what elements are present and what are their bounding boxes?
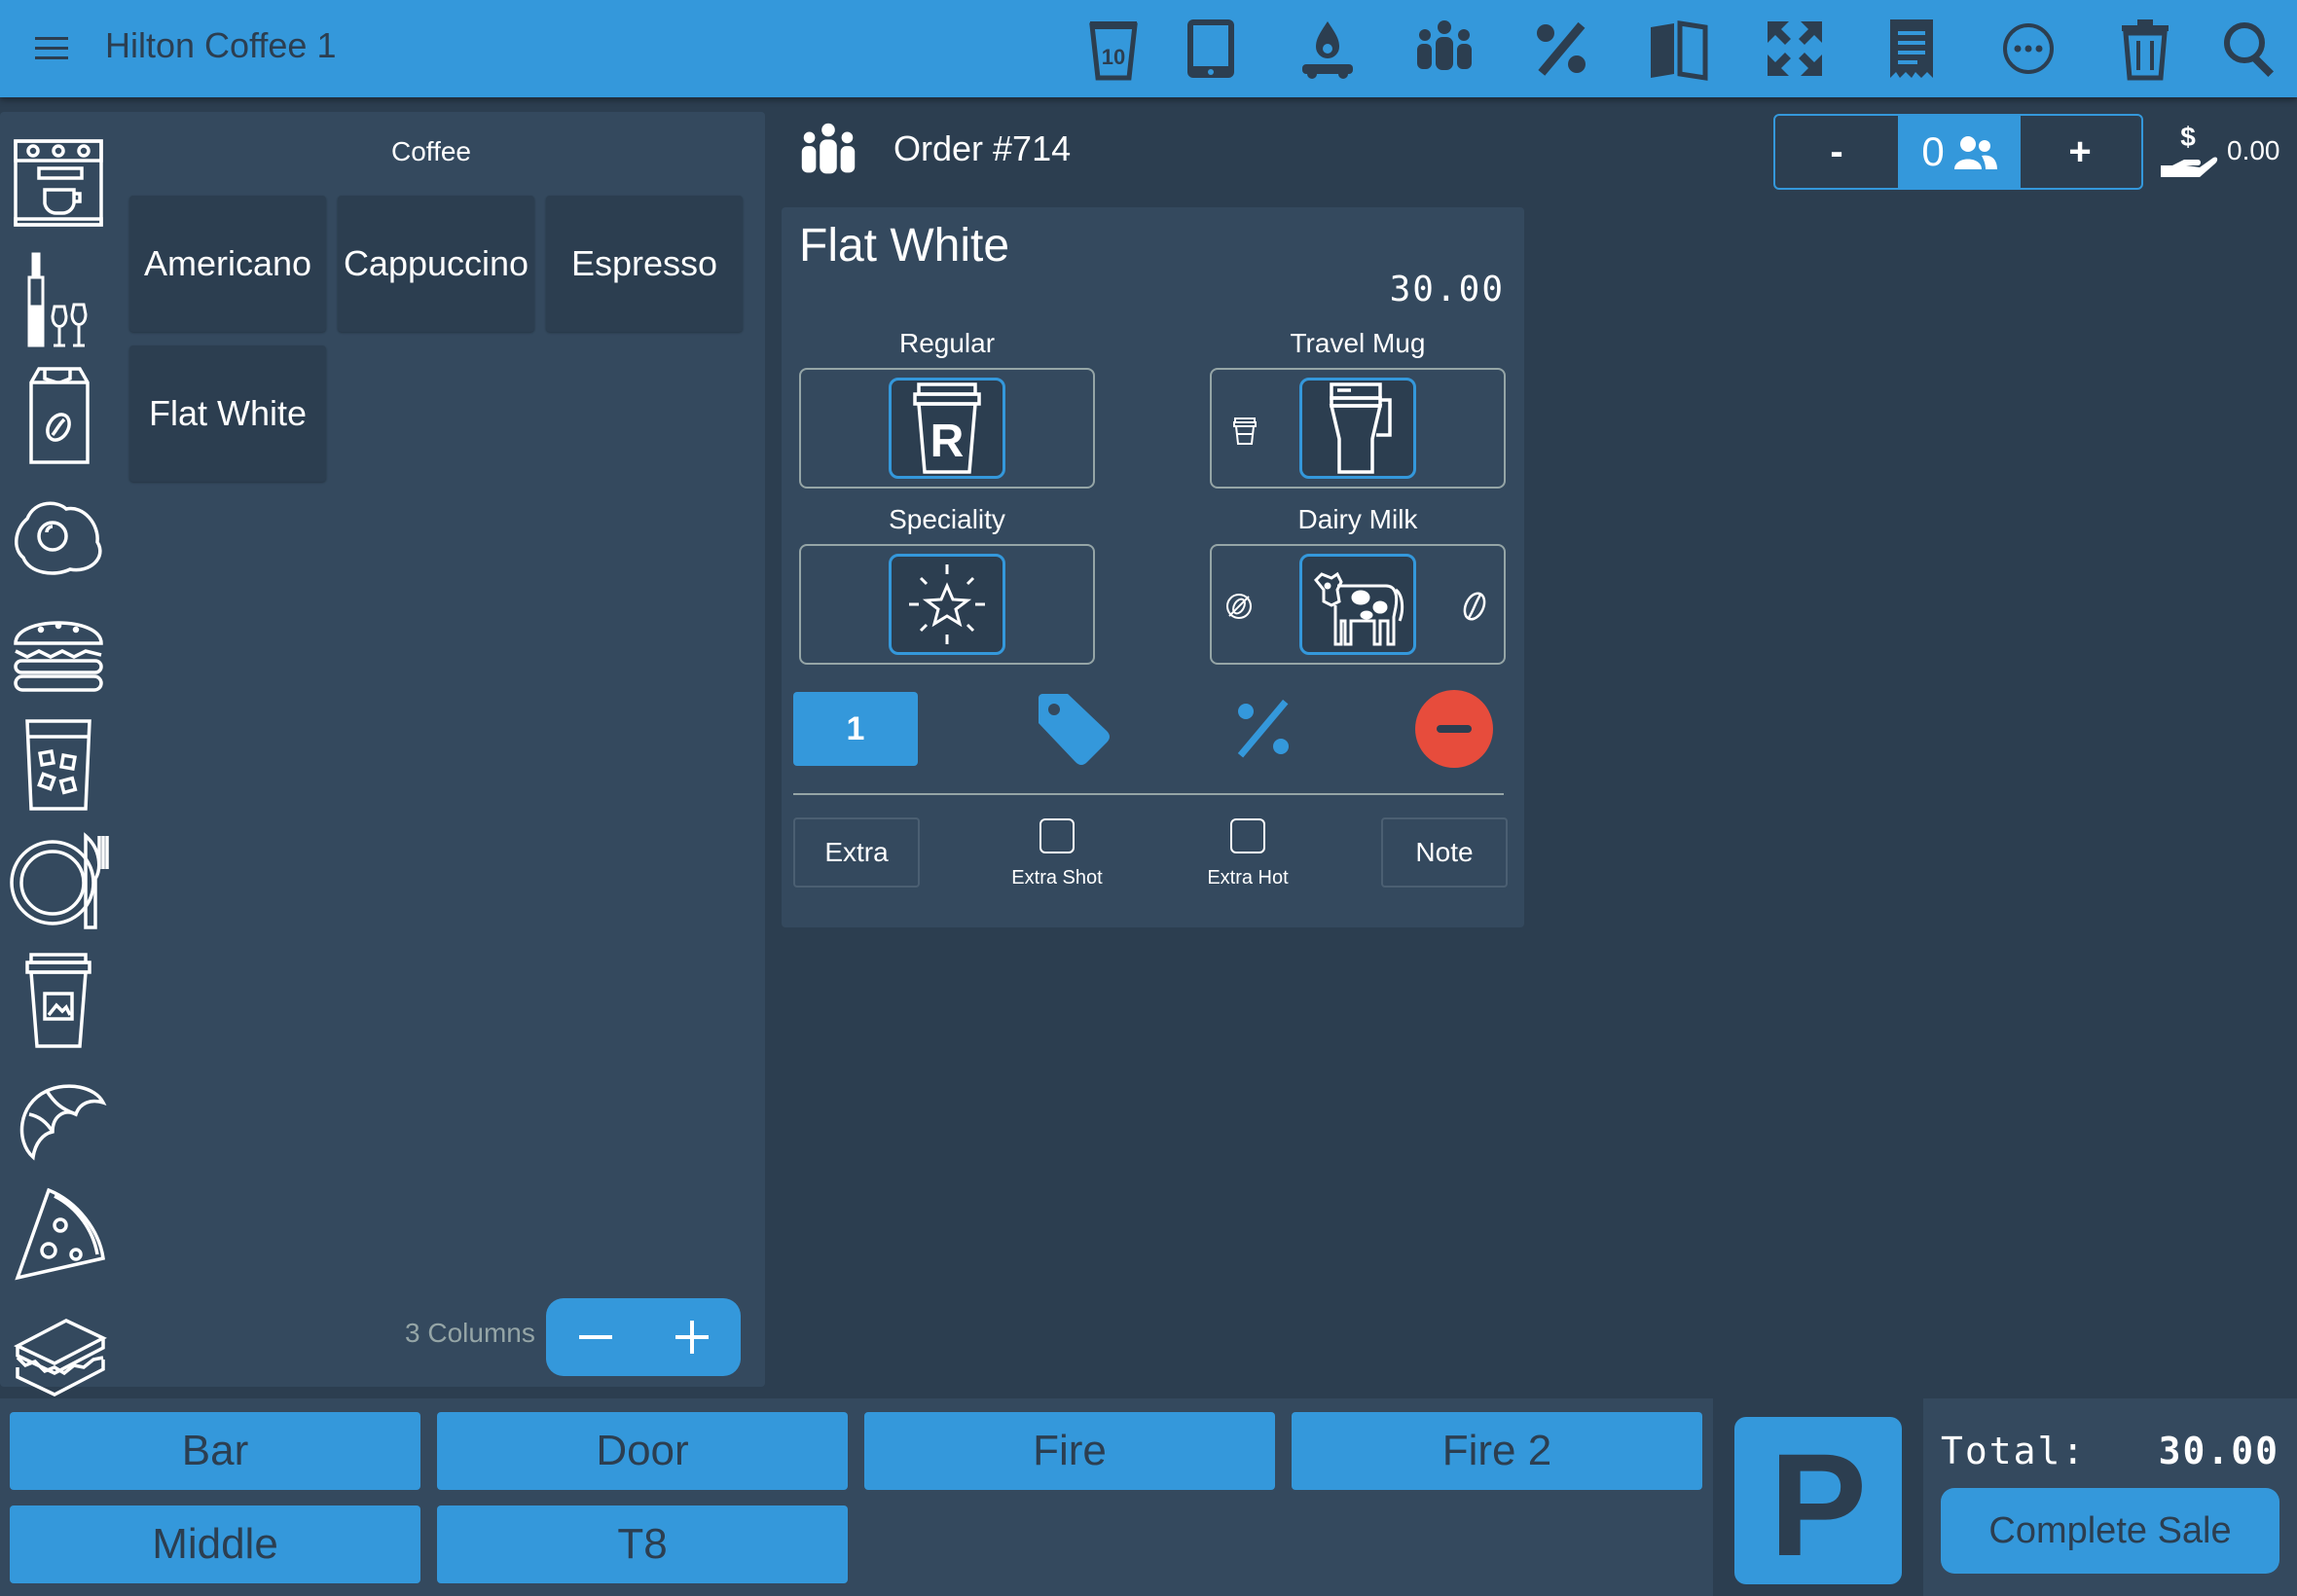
- percent-icon[interactable]: [1526, 14, 1596, 84]
- more-icon[interactable]: [1993, 14, 2063, 84]
- tag-icon[interactable]: [1033, 688, 1114, 770]
- travel-mug-icon[interactable]: [1299, 378, 1416, 479]
- cup-badge: 10: [1102, 45, 1125, 69]
- size-option-group: R: [799, 368, 1095, 489]
- guest-minus-button[interactable]: -: [1775, 116, 1898, 188]
- total-panel: Total: 30.00 Complete Sale: [1923, 1398, 2297, 1596]
- table-fire-button[interactable]: Fire: [864, 1412, 1275, 1490]
- table-door-button[interactable]: Door: [437, 1412, 848, 1490]
- pizza-icon[interactable]: [6, 1180, 111, 1286]
- bean-icon[interactable]: [1457, 589, 1492, 624]
- no-bean-icon[interactable]: [1221, 589, 1257, 624]
- book-icon[interactable]: [1643, 14, 1713, 84]
- product-flat-white[interactable]: Flat White: [129, 345, 326, 482]
- guest-counter: - 0 +: [1773, 114, 2143, 190]
- guest-count[interactable]: 0: [1898, 116, 2021, 188]
- app-title: Hilton Coffee 1: [105, 25, 337, 65]
- complete-sale-button[interactable]: Complete Sale: [1941, 1488, 2279, 1574]
- guest-count-value: 0: [1921, 128, 1945, 174]
- tip-hand-icon[interactable]: $: [2157, 121, 2219, 183]
- product-espresso[interactable]: Espresso: [546, 196, 743, 332]
- note-button[interactable]: Note: [1381, 817, 1508, 888]
- option-label-speciality: Speciality: [889, 504, 1005, 534]
- table-middle-button[interactable]: Middle: [10, 1505, 420, 1583]
- option-label-dairy-milk: Dairy Milk: [1297, 504, 1418, 534]
- takeaway-cup-icon[interactable]: [6, 947, 111, 1052]
- item-name: Flat White: [799, 220, 1010, 272]
- croissant-icon[interactable]: [6, 1064, 111, 1169]
- iced-drink-icon[interactable]: [6, 713, 111, 818]
- cup-10-icon[interactable]: 10: [1078, 14, 1148, 84]
- columns-label: 3 Columns: [405, 1318, 535, 1348]
- regular-cup-icon[interactable]: R: [889, 378, 1005, 479]
- product-cappuccino[interactable]: Cappuccino: [338, 196, 534, 332]
- table-bar-button[interactable]: Bar: [10, 1412, 420, 1490]
- egg-icon[interactable]: [6, 480, 111, 585]
- total-label: Total:: [1941, 1430, 2087, 1472]
- small-cup-icon[interactable]: [1227, 413, 1262, 448]
- receipt-icon[interactable]: [1877, 14, 1947, 84]
- hamburger-menu-icon[interactable]: [29, 27, 80, 70]
- order-customers-icon: [794, 117, 862, 185]
- extra-shot-label: Extra Shot: [1011, 867, 1103, 889]
- search-icon[interactable]: [2215, 14, 2285, 84]
- fullscreen-icon[interactable]: [1760, 14, 1830, 84]
- burger-icon[interactable]: [6, 597, 111, 702]
- plate-cutlery-icon[interactable]: [6, 830, 111, 935]
- svg-text:$: $: [2180, 122, 2196, 152]
- sandwich-icon[interactable]: [6, 1297, 111, 1402]
- milk-option-group: [1210, 544, 1506, 665]
- extra-button[interactable]: Extra: [793, 817, 920, 888]
- top-bar: Hilton Coffee 1 10: [0, 0, 2297, 97]
- item-price: 30.00: [1389, 270, 1505, 309]
- svg-text:R: R: [930, 416, 965, 467]
- option-label-regular: Regular: [898, 328, 996, 358]
- item-detail-card: Flat White 30.00 Regular R Travel Mug Sp…: [782, 207, 1524, 927]
- total-value: 30.00: [2158, 1430, 2279, 1472]
- category-sidebar: [0, 112, 115, 1396]
- quantity-button[interactable]: 1: [793, 692, 918, 766]
- extra-shot-checkbox[interactable]: [1039, 818, 1075, 853]
- parking-button[interactable]: P: [1734, 1417, 1902, 1584]
- option-label-travel-mug: Travel Mug: [1290, 328, 1426, 358]
- trash-icon[interactable]: [2110, 14, 2180, 84]
- coffee-bag-icon[interactable]: [6, 363, 111, 468]
- wine-icon[interactable]: [6, 248, 111, 353]
- delivery-icon[interactable]: [1293, 14, 1363, 84]
- discount-percent-icon[interactable]: [1222, 688, 1304, 770]
- users-icon: [1953, 136, 1997, 169]
- category-title: Coffee: [391, 136, 471, 166]
- coffee-machine-icon[interactable]: [6, 131, 111, 236]
- cow-icon[interactable]: [1299, 554, 1416, 655]
- table-bar: Bar Door Fire Fire 2 Middle T8: [0, 1398, 1713, 1596]
- tablet-icon[interactable]: [1176, 14, 1246, 84]
- divider: [793, 793, 1504, 795]
- speciality-option-group: [799, 544, 1095, 665]
- product-americano[interactable]: Americano: [129, 196, 326, 332]
- extra-hot-label: Extra Hot: [1207, 867, 1289, 889]
- mug-option-group: [1210, 368, 1506, 489]
- customers-icon[interactable]: [1409, 14, 1479, 84]
- columns-plus-button[interactable]: [643, 1298, 741, 1376]
- guest-plus-button[interactable]: +: [2019, 116, 2141, 188]
- remove-item-icon[interactable]: [1413, 688, 1495, 770]
- columns-minus-button[interactable]: [546, 1298, 643, 1376]
- table-fire-2-button[interactable]: Fire 2: [1292, 1412, 1702, 1490]
- extra-hot-checkbox[interactable]: [1230, 818, 1265, 853]
- order-title: Order #714: [893, 128, 1072, 168]
- columns-stepper: [546, 1298, 741, 1376]
- table-t8-button[interactable]: T8: [437, 1505, 848, 1583]
- product-panel: Coffee Americano Cappuccino Espresso Fla…: [115, 112, 765, 1387]
- parking-label: P: [1769, 1423, 1867, 1584]
- tip-amount: 0.00: [2227, 135, 2280, 165]
- star-icon[interactable]: [889, 554, 1005, 655]
